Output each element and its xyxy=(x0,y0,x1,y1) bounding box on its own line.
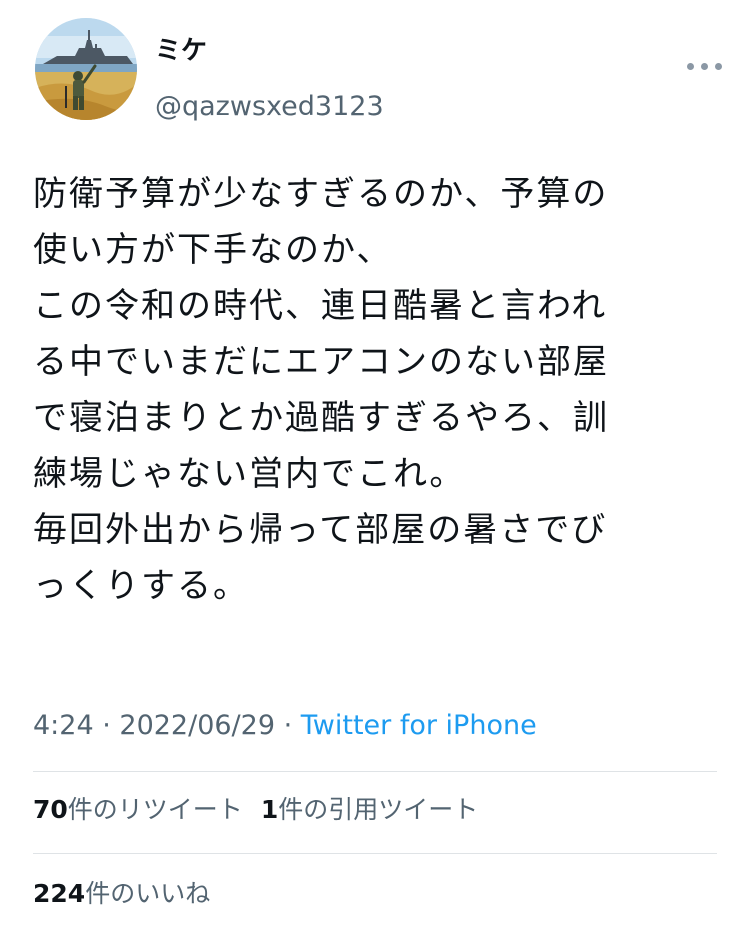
tweet-time[interactable]: 4:24 xyxy=(33,710,94,741)
soldier-warship-avatar-icon xyxy=(35,18,137,120)
likes-label: 件のいいね xyxy=(85,879,211,908)
more-options-icon[interactable] xyxy=(685,58,725,78)
avatar[interactable] xyxy=(35,18,137,120)
tweet-date[interactable]: 2022/06/29 xyxy=(119,710,275,741)
tweet-header: ミケ @qazwsxed3123 xyxy=(35,18,725,122)
tweet-text-line: る中でいまだにエアコンのない部屋 xyxy=(33,342,609,382)
author-handle[interactable]: @qazwsxed3123 xyxy=(155,91,384,123)
tweet-text-line: 毎回外出から帰って部屋の暑さでび xyxy=(33,510,608,550)
tweet-text-line: っくりする。 xyxy=(33,566,249,606)
retweets-label: 件のリツイート xyxy=(67,795,243,824)
quotes-label: 件の引用ツイート xyxy=(278,795,479,824)
tweet-text-line: で寝泊まりとか過酷すぎるやろ、訓 xyxy=(33,398,609,438)
tweet-text-line: 防衛予算が少なすぎるのか、予算の xyxy=(33,174,609,214)
likes-stat[interactable]: 224件のいいね xyxy=(33,877,210,911)
tweet-source-link[interactable]: Twitter for iPhone xyxy=(301,710,537,741)
likes-stats-row: 224件のいいね xyxy=(33,877,210,911)
quotes-count: 1 xyxy=(260,795,279,824)
tweet-text-line: この令和の時代、連日酷暑と言われ xyxy=(33,286,608,326)
divider xyxy=(33,853,717,854)
author-name[interactable]: ミケ xyxy=(155,36,207,66)
divider xyxy=(33,771,717,772)
meta-separator: · xyxy=(275,710,301,741)
retweet-stats-row: 70件のリツイート 1件の引用ツイート xyxy=(33,793,478,827)
retweets-stat[interactable]: 70件のリツイート xyxy=(33,793,243,827)
tweet-text-line: 練場じゃない営内でこれ。 xyxy=(33,454,466,494)
retweets-count: 70 xyxy=(33,795,68,824)
meta-separator: · xyxy=(93,710,120,741)
tweet-meta: 4:24 · 2022/06/29 · Twitter for iPhone xyxy=(33,708,537,744)
likes-count: 224 xyxy=(33,879,86,908)
tweet-text: 防衛予算が少なすぎるのか、予算の 使い方が下手なのか、 この令和の時代、連日酷暑… xyxy=(33,166,705,614)
quotes-stat[interactable]: 1件の引用ツイート xyxy=(261,793,478,827)
tweet-text-line: 使い方が下手なのか、 xyxy=(33,230,393,270)
